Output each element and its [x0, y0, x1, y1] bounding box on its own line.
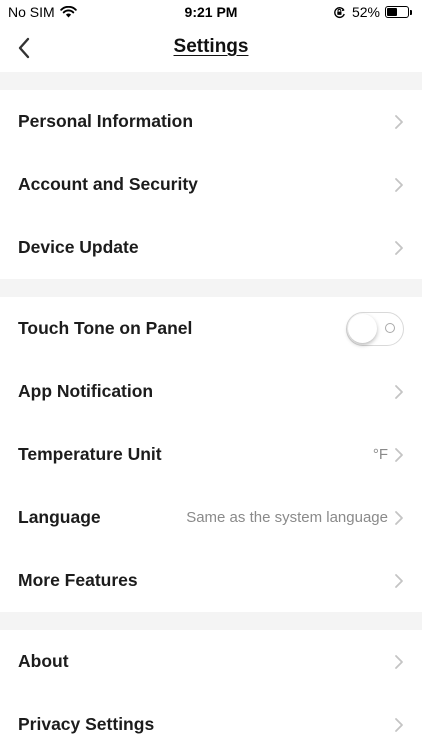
row-label: Temperature Unit: [18, 444, 162, 464]
chevron-right-icon: [394, 447, 404, 463]
row-app-notification[interactable]: App Notification: [0, 360, 422, 423]
row-label: Touch Tone on Panel: [18, 318, 193, 338]
toggle-off-icon: [385, 322, 395, 333]
battery-tip: [410, 9, 412, 15]
row-label: Language: [18, 507, 101, 527]
row-about[interactable]: About: [0, 630, 422, 693]
battery-percent: 52%: [351, 4, 380, 20]
touch-tone-toggle[interactable]: [346, 311, 404, 346]
row-device-update[interactable]: Device Update: [0, 216, 422, 279]
section-gap: [0, 72, 422, 90]
status-right: 52%: [333, 4, 412, 20]
chevron-right-icon: [394, 177, 404, 193]
row-privacy-settings[interactable]: Privacy Settings: [0, 693, 422, 750]
row-label: App Notification: [18, 381, 154, 401]
settings-section-account: Personal Information Account and Securit…: [0, 90, 422, 279]
section-gap: [0, 279, 422, 297]
orientation-lock-icon: [334, 6, 345, 18]
row-label: Personal Information: [18, 111, 194, 131]
chevron-right-icon: [394, 510, 404, 526]
settings-section-about: About Privacy Settings: [0, 630, 422, 750]
battery-fill: [387, 8, 397, 16]
settings-screen: No SIM 9:21 PM 52% Settings Personal Inf…: [0, 0, 422, 750]
page-title: Settings: [173, 36, 249, 57]
row-personal-information[interactable]: Personal Information: [0, 90, 422, 153]
row-language[interactable]: Language Same as the system language: [0, 486, 422, 549]
toggle-knob: [348, 313, 377, 343]
chevron-right-icon: [394, 114, 404, 130]
settings-section-preferences: Touch Tone on Panel App Notification Tem…: [0, 297, 422, 612]
row-label: Privacy Settings: [18, 714, 155, 734]
chevron-right-icon: [394, 717, 404, 733]
nav-bar: Settings: [0, 24, 422, 72]
row-label: About: [18, 651, 69, 671]
row-temperature-unit[interactable]: Temperature Unit °F: [0, 423, 422, 486]
row-touch-tone-on-panel: Touch Tone on Panel: [0, 297, 422, 360]
row-label: Account and Security: [18, 174, 198, 194]
row-label: More Features: [18, 570, 138, 590]
chevron-right-icon: [394, 240, 404, 256]
language-value: Same as the system language: [186, 509, 388, 526]
chevron-right-icon: [394, 573, 404, 589]
chevron-right-icon: [394, 384, 404, 400]
section-gap: [0, 612, 422, 630]
temperature-unit-value: °F: [372, 446, 388, 463]
chevron-right-icon: [394, 654, 404, 670]
battery-icon: [385, 6, 409, 18]
row-label: Device Update: [18, 237, 139, 257]
row-more-features[interactable]: More Features: [0, 549, 422, 612]
row-account-and-security[interactable]: Account and Security: [0, 153, 422, 216]
status-bar: No SIM 9:21 PM 52%: [0, 0, 422, 24]
